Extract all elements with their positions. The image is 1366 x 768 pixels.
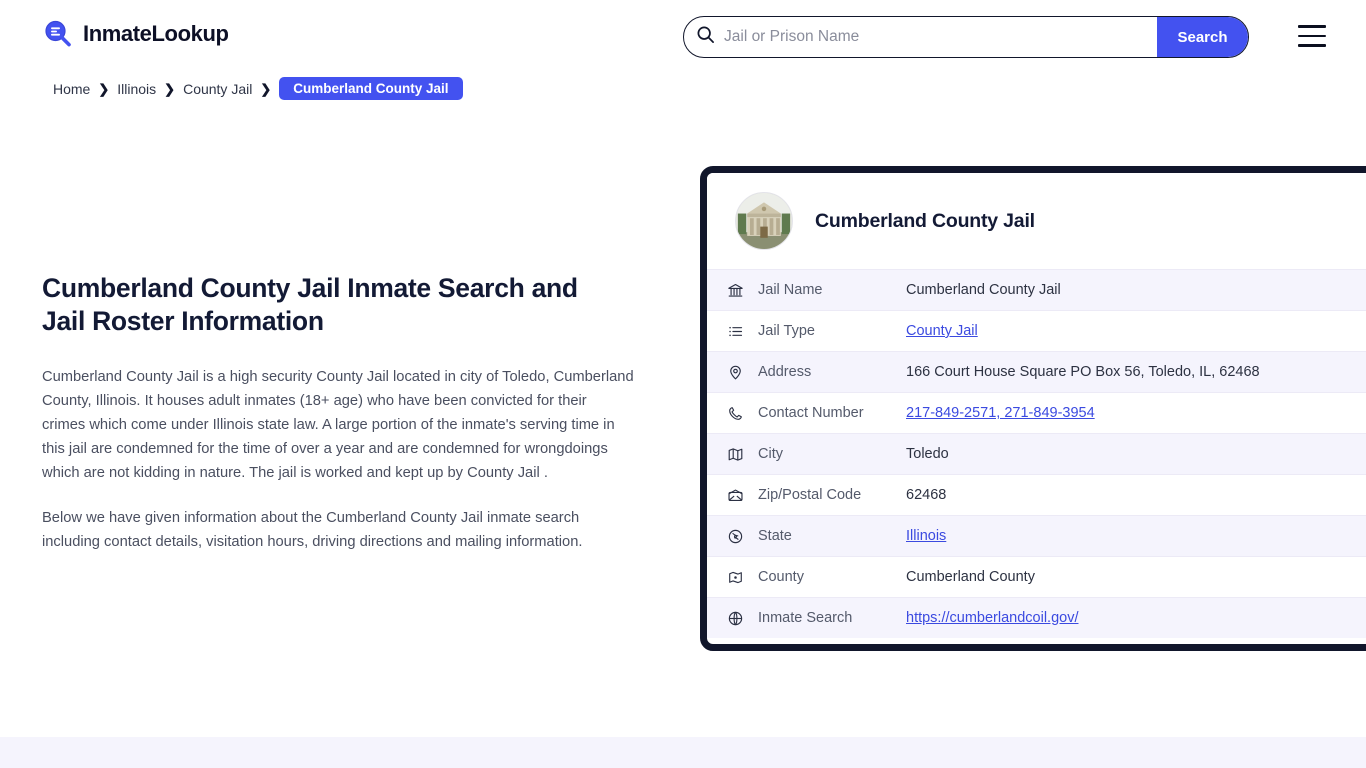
table-row: Zip/Postal Code 62468 xyxy=(707,474,1366,515)
table-row: County Cumberland County xyxy=(707,556,1366,597)
jail-info-card: Cumberland County Jail Jail Name Cumberl… xyxy=(700,166,1366,651)
main-content-column: Cumberland County Jail Inmate Search and… xyxy=(42,272,642,555)
row-value: Illinois xyxy=(906,528,946,544)
magnifier-list-icon xyxy=(42,18,74,50)
row-label: County xyxy=(758,569,906,585)
chevron-right-icon: ❯ xyxy=(98,81,109,97)
globe-badge-icon xyxy=(725,526,745,546)
hamburger-bar xyxy=(1298,44,1326,47)
row-label: Inmate Search xyxy=(758,610,906,626)
list-icon xyxy=(725,321,745,341)
hamburger-bar xyxy=(1298,25,1326,28)
row-value: 217-849-2571, 271-849-3954 xyxy=(906,405,1095,421)
row-label: Address xyxy=(758,364,906,380)
table-row: Address 166 Court House Square PO Box 56… xyxy=(707,351,1366,392)
row-label: Zip/Postal Code xyxy=(758,487,906,503)
row-label: State xyxy=(758,528,906,544)
row-value: Cumberland County Jail xyxy=(906,282,1061,298)
envelope-icon xyxy=(725,485,745,505)
site-logo[interactable]: InmateLookup xyxy=(42,18,229,50)
table-row: Jail Type County Jail xyxy=(707,310,1366,351)
table-row: Inmate Search https://cumberlandcoil.gov… xyxy=(707,597,1366,638)
courthouse-photo xyxy=(735,192,793,250)
card-header: Cumberland County Jail xyxy=(707,173,1366,269)
breadcrumb-item-current: Cumberland County Jail xyxy=(279,77,462,100)
page-title: Cumberland County Jail Inmate Search and… xyxy=(42,272,602,338)
search-icon xyxy=(684,25,715,49)
chevron-right-icon: ❯ xyxy=(164,81,175,97)
map-icon xyxy=(725,444,745,464)
breadcrumb: Home ❯ Illinois ❯ County Jail ❯ Cumberla… xyxy=(53,77,463,100)
row-value: 62468 xyxy=(906,487,946,503)
chevron-right-icon: ❯ xyxy=(260,81,271,97)
table-row: City Toledo xyxy=(707,433,1366,474)
row-value: County Jail xyxy=(906,323,978,339)
search-input[interactable] xyxy=(715,17,1157,57)
hamburger-menu-icon[interactable] xyxy=(1298,25,1326,47)
hamburger-bar xyxy=(1298,35,1326,38)
logo-text: InmateLookup xyxy=(83,23,229,45)
search-bar[interactable]: Search xyxy=(683,16,1249,58)
row-value: Toledo xyxy=(906,446,949,462)
breadcrumb-item-county-jail[interactable]: County Jail xyxy=(183,81,252,97)
map-pin-icon xyxy=(725,362,745,382)
contact-number-link[interactable]: 217-849-2571, 271-849-3954 xyxy=(906,405,1095,421)
inmate-search-link[interactable]: https://cumberlandcoil.gov/ xyxy=(906,610,1078,626)
site-header: InmateLookup Search xyxy=(0,0,1366,73)
phone-icon xyxy=(725,403,745,423)
row-value: https://cumberlandcoil.gov/ xyxy=(906,610,1078,626)
breadcrumb-item-home[interactable]: Home xyxy=(53,81,90,97)
bank-building-icon xyxy=(725,280,745,300)
row-label: Jail Type xyxy=(758,323,906,339)
county-marker-icon xyxy=(725,567,745,587)
intro-paragraph: Cumberland County Jail is a high securit… xyxy=(42,366,634,485)
table-row: Contact Number 217-849-2571, 271-849-395… xyxy=(707,392,1366,433)
row-value: Cumberland County xyxy=(906,569,1035,585)
secondary-paragraph: Below we have given information about th… xyxy=(42,507,634,555)
row-value: 166 Court House Square PO Box 56, Toledo… xyxy=(906,364,1260,380)
breadcrumb-item-illinois[interactable]: Illinois xyxy=(117,81,156,97)
footer-band xyxy=(0,737,1366,768)
table-row: Jail Name Cumberland County Jail xyxy=(707,269,1366,310)
search-button[interactable]: Search xyxy=(1157,17,1248,57)
card-title: Cumberland County Jail xyxy=(815,210,1035,233)
jail-type-link[interactable]: County Jail xyxy=(906,323,978,339)
row-label: Contact Number xyxy=(758,405,906,421)
row-label: City xyxy=(758,446,906,462)
globe-icon xyxy=(725,608,745,628)
table-row: State Illinois xyxy=(707,515,1366,556)
row-label: Jail Name xyxy=(758,282,906,298)
state-link[interactable]: Illinois xyxy=(906,528,946,544)
